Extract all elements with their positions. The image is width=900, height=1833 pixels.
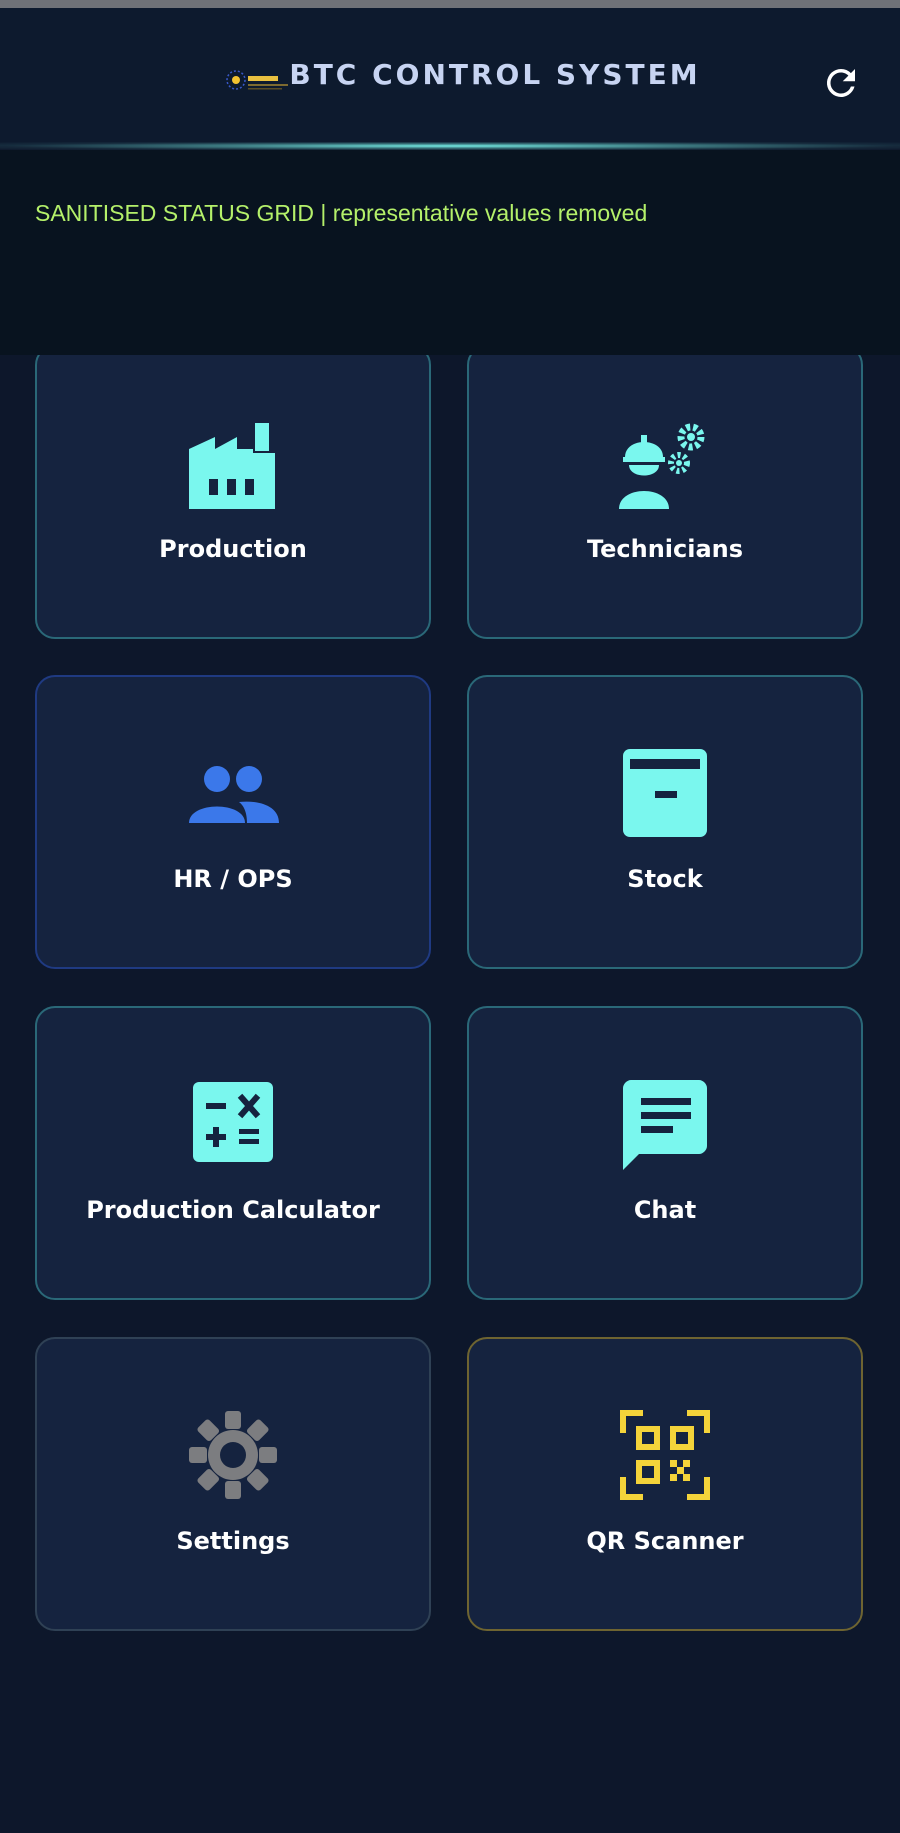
calculator-icon: [193, 1082, 273, 1162]
tile-label: Stock: [627, 865, 703, 893]
tile-label: Technicians: [586, 535, 744, 563]
archive-box-icon: [623, 749, 707, 837]
qr-code-icon: [620, 1410, 710, 1500]
qr-scanner-tile[interactable]: QR Scanner: [467, 1337, 863, 1631]
tile-label: Production: [159, 535, 307, 563]
status-text: SANITISED STATUS GRID | representative v…: [35, 200, 648, 226]
production-tile[interactable]: Production: [35, 345, 431, 639]
tile-label: QR Scanner: [586, 1527, 744, 1555]
chat-tile[interactable]: Chat: [467, 1006, 863, 1300]
production-calculator-tile[interactable]: Production Calculator: [35, 1006, 431, 1300]
gear-icon: [189, 1411, 277, 1499]
stock-tile[interactable]: Stock: [467, 675, 863, 969]
factory-icon: [189, 423, 275, 509]
settings-tile[interactable]: Settings: [35, 1337, 431, 1631]
technician-gears-icon: [619, 423, 705, 509]
chat-icon: [623, 1080, 707, 1170]
tile-label: Production Calculator: [86, 1196, 380, 1224]
status-panel: SANITISED STATUS GRID | representative v…: [0, 150, 900, 355]
tile-label: Settings: [176, 1527, 290, 1555]
tile-label: Chat: [633, 1196, 697, 1224]
people-icon: [189, 766, 279, 823]
technicians-tile[interactable]: Technicians: [467, 345, 863, 639]
hr-ops-tile[interactable]: HR / OPS: [35, 675, 431, 969]
tile-label: HR / OPS: [173, 865, 293, 893]
